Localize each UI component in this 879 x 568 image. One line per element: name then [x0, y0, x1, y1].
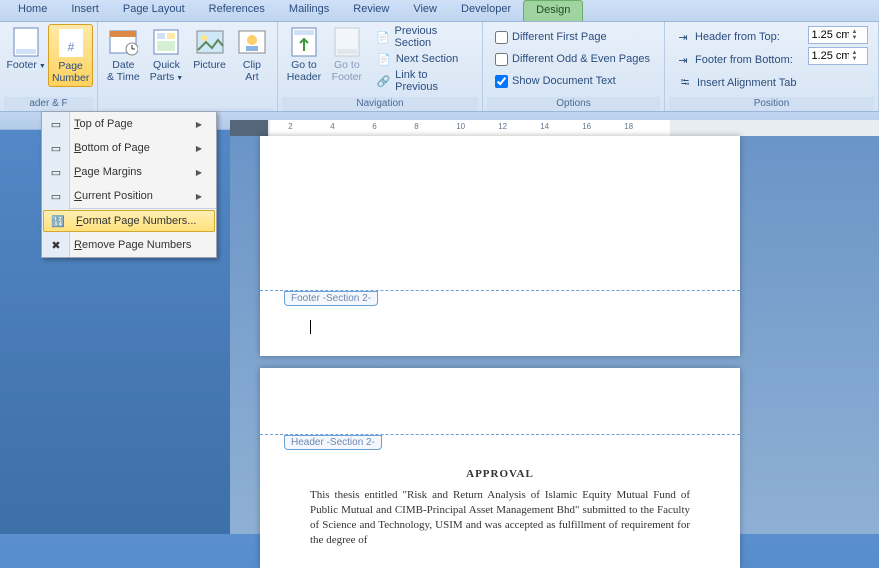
tab-mailings[interactable]: Mailings	[277, 0, 341, 21]
clip-art-icon	[236, 26, 268, 58]
header-from-top-row: ⇥Header from Top:	[673, 26, 800, 48]
footer-button[interactable]: Footer▼	[4, 24, 48, 74]
menu-page-margins[interactable]: ▭Page Margins▶	[42, 160, 216, 184]
tab-design[interactable]: Design	[523, 0, 583, 21]
tab-references[interactable]: References	[197, 0, 277, 21]
format-icon: 🔢	[50, 213, 66, 229]
tab-review[interactable]: Review	[341, 0, 401, 21]
show-document-text-checkbox[interactable]: Show Document Text	[491, 70, 654, 92]
clip-art-button[interactable]: Clip Art	[231, 24, 273, 85]
calendar-icon	[107, 26, 139, 58]
menu-remove-page-numbers[interactable]: ✖Remove Page Numbers	[42, 233, 216, 257]
page-bottom-icon: ▭	[48, 140, 64, 156]
date-time-button[interactable]: Date & Time	[102, 24, 145, 85]
footer-bottom-icon: ⇥	[675, 52, 691, 68]
group-label-position: Position	[669, 97, 874, 111]
page-top-icon: ▭	[48, 116, 64, 132]
picture-icon	[194, 26, 226, 58]
group-label-navigation: Navigation	[282, 97, 478, 111]
quick-parts-button[interactable]: Quick Parts▼	[145, 24, 188, 85]
goto-footer-button[interactable]: Go to Footer	[326, 24, 368, 85]
next-section-icon: 📄	[376, 51, 392, 67]
goto-header-button[interactable]: Go to Header	[282, 24, 326, 85]
footer-tag: Footer -Section 2-	[284, 291, 378, 306]
page-margins-icon: ▭	[48, 164, 64, 180]
page-number-icon: #	[55, 27, 87, 59]
alignment-tab-icon: ⭾	[677, 75, 693, 91]
body-text: This thesis entitled "Risk and Return An…	[310, 488, 690, 547]
tab-view[interactable]: View	[401, 0, 449, 21]
text-cursor	[310, 320, 311, 334]
tab-home[interactable]: Home	[6, 0, 59, 21]
horizontal-ruler[interactable]: 2 4 6 8 10 12 14 16 18	[230, 120, 879, 136]
ribbon-tabs: Home Insert Page Layout References Maili…	[0, 0, 879, 22]
link-icon: 🔗	[376, 73, 391, 89]
goto-header-icon	[288, 26, 320, 58]
header-tag: Header -Section 2-	[284, 435, 382, 450]
tab-insert[interactable]: Insert	[59, 0, 111, 21]
page-number-button[interactable]: # Page Number	[48, 24, 93, 87]
different-first-page-checkbox[interactable]: Different First Page	[491, 26, 654, 48]
link-to-previous-button[interactable]: 🔗Link to Previous	[372, 70, 474, 92]
menu-format-page-numbers[interactable]: 🔢Format Page Numbers...	[43, 210, 215, 232]
document-area[interactable]: Footer -Section 2- Header -Section 2- AP…	[230, 136, 879, 534]
header-top-icon: ⇥	[675, 29, 691, 45]
approval-heading: APPROVAL	[260, 468, 740, 480]
current-position-icon: ▭	[48, 188, 64, 204]
next-section-button[interactable]: 📄Next Section	[372, 48, 474, 70]
footer-from-bottom-input[interactable]: ▲▼	[808, 47, 868, 65]
prev-section-icon: 📄	[376, 29, 391, 45]
menu-current-position[interactable]: ▭Current Position▶	[42, 184, 216, 208]
footer-from-bottom-row: ⇥Footer from Bottom:	[673, 49, 800, 71]
header-from-top-input[interactable]: ▲▼	[808, 26, 868, 44]
group-label-hf: ader & F	[4, 97, 93, 111]
tab-page-layout[interactable]: Page Layout	[111, 0, 197, 21]
insert-alignment-tab-button[interactable]: ⭾Insert Alignment Tab	[673, 72, 800, 94]
group-label-options: Options	[487, 97, 660, 111]
quick-parts-icon	[150, 26, 182, 58]
footer-icon	[10, 26, 42, 58]
different-odd-even-checkbox[interactable]: Different Odd & Even Pages	[491, 48, 654, 70]
svg-text:#: #	[67, 40, 74, 54]
menu-bottom-of-page[interactable]: ▭Bottom of Page▶	[42, 136, 216, 160]
remove-icon: ✖	[48, 237, 64, 253]
menu-top-of-page[interactable]: ▭Top of Page▶	[42, 112, 216, 136]
ribbon: Footer▼ # Page Number ader & F Date & Ti…	[0, 22, 879, 112]
picture-button[interactable]: Picture	[188, 24, 231, 74]
goto-footer-icon	[331, 26, 363, 58]
previous-section-button[interactable]: 📄Previous Section	[372, 26, 474, 48]
tab-developer[interactable]: Developer	[449, 0, 523, 21]
page-number-menu: ▭Top of Page▶ ▭Bottom of Page▶ ▭Page Mar…	[41, 111, 217, 258]
